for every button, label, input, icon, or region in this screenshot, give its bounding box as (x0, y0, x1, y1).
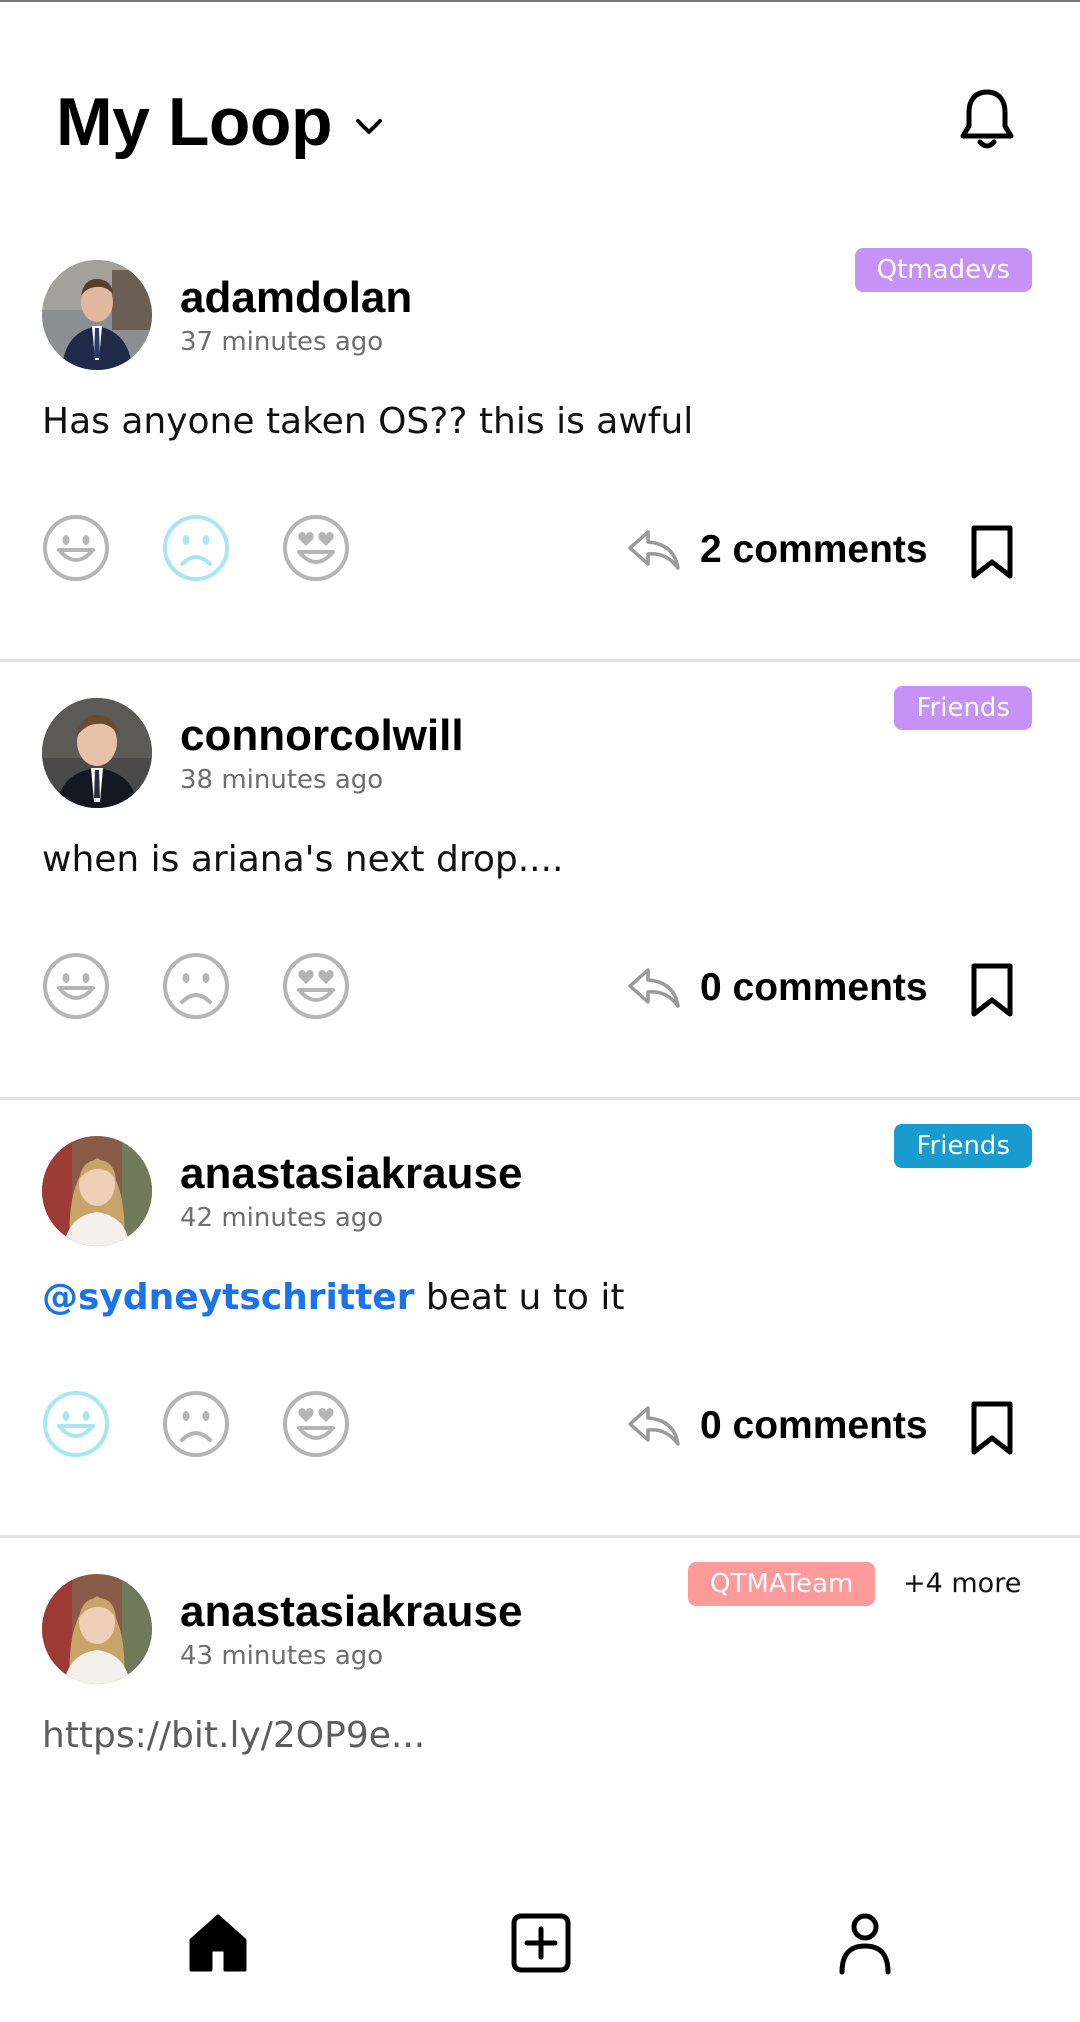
timestamp: 37 minutes ago (180, 327, 384, 357)
comments-count[interactable]: 0 comments (700, 1404, 928, 1448)
post-card[interactable]: connorcolwill 38 minutes ago Friends whe… (0, 662, 1080, 1100)
reply-icon[interactable] (626, 524, 682, 574)
avatar[interactable] (42, 1136, 152, 1246)
avatar[interactable] (42, 698, 152, 808)
group-tag[interactable]: QTMATeam (688, 1562, 876, 1606)
home-icon (189, 1914, 247, 1972)
post-card[interactable]: anastasiakrause 43 minutes ago QTMATeam … (0, 1538, 1080, 1868)
heart-eyes-face-icon (283, 515, 349, 581)
post-card[interactable]: adamdolan 37 minutes ago Qtmadevs Has an… (0, 224, 1080, 662)
post-card[interactable]: anastasiakrause 42 minutes ago Friends @… (0, 1100, 1080, 1538)
chevron-down-icon (356, 119, 383, 134)
sad-face-icon (163, 515, 229, 581)
avatar[interactable] (42, 260, 152, 370)
username[interactable]: anastasiakrause (180, 1587, 522, 1636)
group-tag[interactable]: Friends (894, 1124, 1032, 1168)
username[interactable]: anastasiakrause (180, 1149, 522, 1198)
bell-icon[interactable] (952, 84, 1022, 154)
more-groups-label[interactable]: +4 more (903, 1570, 1021, 1597)
timestamp: 43 minutes ago (180, 1641, 384, 1671)
love-reaction-button[interactable] (282, 952, 350, 1020)
username[interactable]: adamdolan (180, 273, 412, 322)
happy-reaction-button[interactable] (42, 952, 110, 1020)
header: My Loop (0, 0, 1080, 210)
bookmark-icon[interactable] (968, 524, 1016, 580)
tab-home[interactable] (185, 1910, 251, 1976)
post-text: when is ariana's next drop.... (42, 839, 564, 880)
happy-reaction-button[interactable] (42, 514, 110, 582)
group-tag[interactable]: Friends (894, 686, 1032, 730)
tab-profile[interactable] (832, 1910, 898, 1976)
timestamp: 38 minutes ago (180, 765, 384, 795)
bottom-tab-bar (0, 1880, 1080, 2000)
add-post-icon (511, 1913, 571, 1973)
sad-face-icon (163, 1391, 229, 1457)
bookmark-icon[interactable] (968, 962, 1016, 1018)
happy-face-icon (43, 515, 109, 581)
happy-reaction-button[interactable] (42, 1390, 110, 1458)
sad-reaction-button[interactable] (162, 1390, 230, 1458)
happy-face-icon (43, 953, 109, 1019)
avatar[interactable] (42, 1574, 152, 1684)
profile-icon (839, 1913, 891, 1975)
post-text: @sydneytschritter beat u to it (42, 1276, 625, 1319)
timestamp: 42 minutes ago (180, 1203, 384, 1233)
reply-icon[interactable] (626, 1400, 682, 1450)
comments-count[interactable]: 2 comments (700, 528, 928, 572)
sad-face-icon (163, 953, 229, 1019)
post-text: Has anyone taken OS?? this is awful (42, 401, 694, 442)
username[interactable]: connorcolwill (180, 711, 464, 760)
love-reaction-button[interactable] (282, 1390, 350, 1458)
bookmark-icon[interactable] (968, 1400, 1016, 1456)
loop-selector[interactable]: My Loop (56, 88, 386, 156)
post-link[interactable]: https://bit.ly/2OP9e... (42, 1714, 425, 1757)
tab-new-post[interactable] (508, 1910, 574, 1976)
sad-reaction-button[interactable] (162, 952, 230, 1020)
mention-link[interactable]: @sydneytschritter (42, 1277, 414, 1318)
happy-face-icon (43, 1391, 109, 1457)
heart-eyes-face-icon (283, 953, 349, 1019)
page-title: My Loop (56, 84, 333, 160)
love-reaction-button[interactable] (282, 514, 350, 582)
group-tag[interactable]: Qtmadevs (854, 248, 1032, 292)
reply-icon[interactable] (626, 962, 682, 1012)
sad-reaction-button[interactable] (162, 514, 230, 582)
post-text-body: beat u to it (414, 1277, 625, 1318)
heart-eyes-face-icon (283, 1391, 349, 1457)
comments-count[interactable]: 0 comments (700, 966, 928, 1010)
